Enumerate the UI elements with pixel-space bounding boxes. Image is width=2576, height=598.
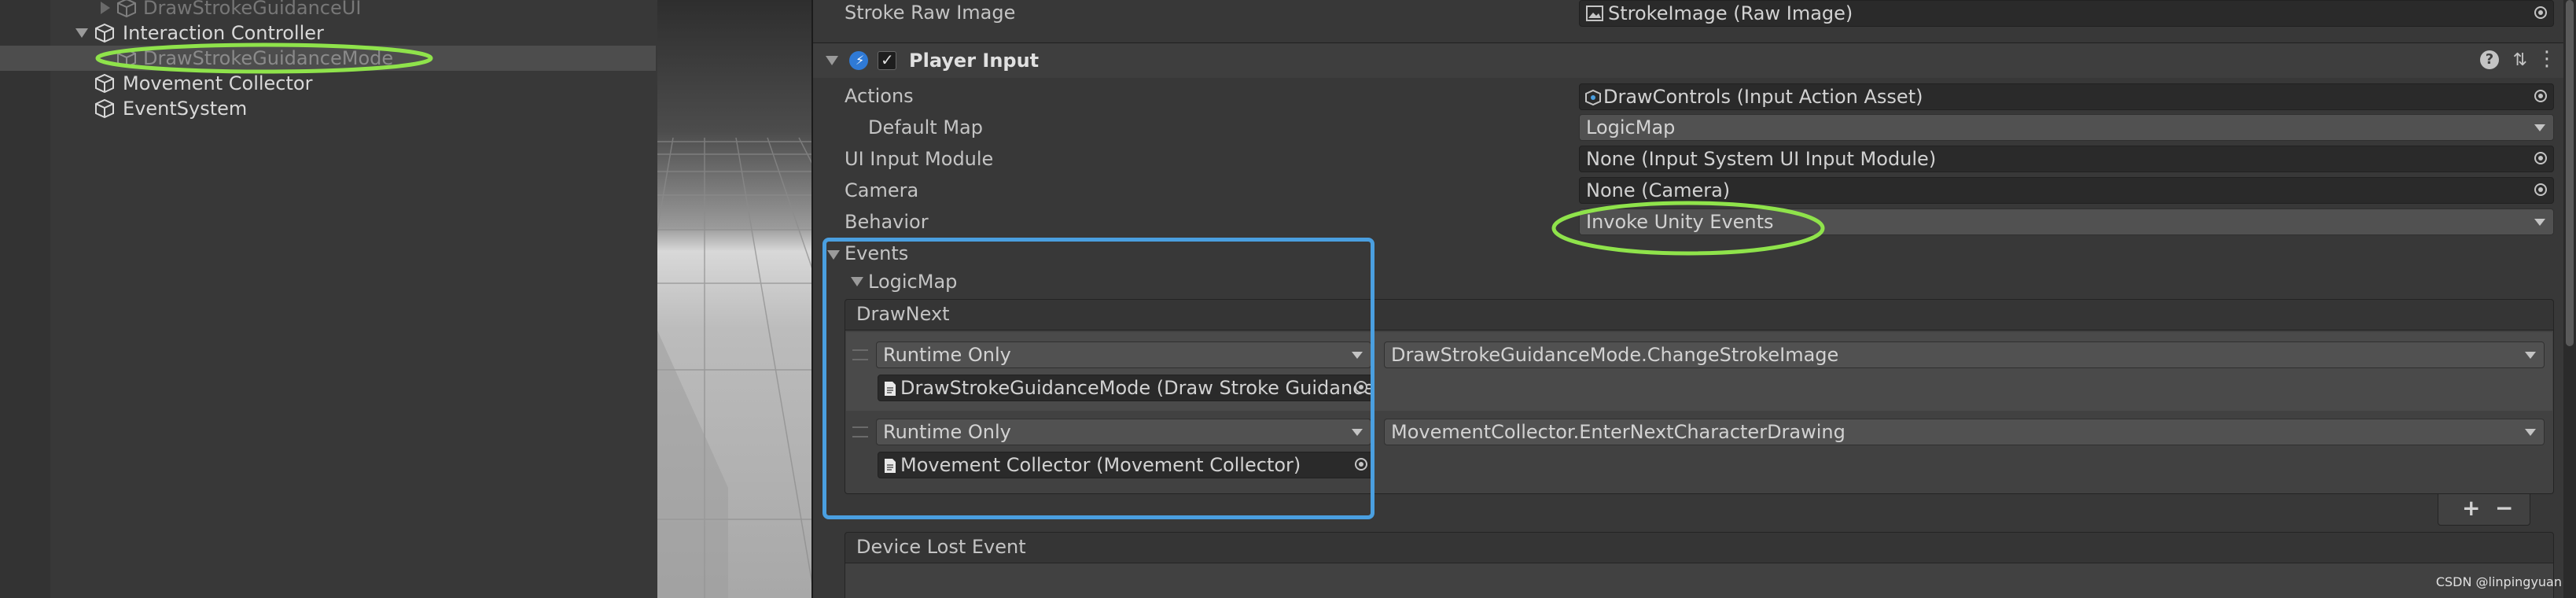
stroke-raw-image-label: Stroke Raw Image <box>845 2 1016 24</box>
help-icon[interactable]: ? <box>2480 50 2499 69</box>
camera-label: Camera <box>845 179 919 201</box>
behavior-label: Behavior <box>845 211 929 233</box>
green-highlight-ellipse <box>1551 201 1825 256</box>
player-input-header[interactable]: ⚡ ✓ Player Input ? ⇅ ⋮ <box>813 42 2576 78</box>
hierarchy-item-label: EventSystem <box>123 98 248 120</box>
hierarchy-gutter <box>0 0 50 598</box>
object-picker-icon[interactable] <box>2534 183 2547 196</box>
hierarchy-item[interactable]: EventSystem <box>50 96 656 121</box>
kebab-menu-icon[interactable]: ⋮ <box>2537 47 2557 71</box>
chevron-down-icon <box>2525 429 2536 436</box>
gameobject-cube-icon <box>95 73 114 94</box>
ui-input-module-value: None (Input System UI Input Module) <box>1586 148 1937 170</box>
gameobject-cube-icon <box>95 98 114 119</box>
input-action-asset-icon <box>1585 89 1601 106</box>
component-foldout-icon[interactable] <box>826 56 838 65</box>
stroke-raw-image-value: StrokeImage (Raw Image) <box>1608 2 1853 24</box>
device-lost-event-title: Device Lost Event <box>856 536 1026 558</box>
chevron-down-icon <box>2534 219 2545 226</box>
list-footer: + − <box>2438 494 2530 526</box>
collapsed-arrow-icon[interactable] <box>101 2 110 14</box>
object-picker-icon[interactable] <box>2534 152 2547 164</box>
device-lost-event-header: Device Lost Event <box>845 532 2554 563</box>
actions-value: DrawControls (Input Action Asset) <box>1603 86 1923 108</box>
blue-highlight-rectangle <box>822 238 1374 519</box>
actions-label: Actions <box>845 85 914 107</box>
function-value: DrawStrokeGuidanceMode.ChangeStrokeImage <box>1391 344 1839 366</box>
ui-input-module-field[interactable]: None (Input System UI Input Module) <box>1579 146 2554 172</box>
function-dropdown[interactable]: DrawStrokeGuidanceMode.ChangeStrokeImage <box>1384 341 2545 368</box>
default-map-dropdown[interactable]: LogicMap <box>1579 114 2554 141</box>
component-title: Player Input <box>909 50 1040 72</box>
object-picker-icon[interactable] <box>2534 6 2547 19</box>
function-value: MovementCollector.EnterNextCharacterDraw… <box>1391 421 1846 443</box>
chevron-down-icon <box>2534 124 2545 131</box>
actions-field[interactable]: DrawControls (Input Action Asset) <box>1579 83 2554 110</box>
hierarchy-item[interactable]: DrawStrokeGuidanceUI <box>50 0 656 20</box>
player-input-component-icon: ⚡ <box>849 51 868 70</box>
chevron-down-icon <box>2525 352 2536 359</box>
stroke-raw-image-field[interactable]: StrokeImage (Raw Image) <box>1579 0 2554 27</box>
function-dropdown[interactable]: MovementCollector.EnterNextCharacterDraw… <box>1384 419 2545 445</box>
inspector-scrollbar[interactable] <box>2563 0 2576 598</box>
scene-view[interactable] <box>657 0 811 598</box>
presets-icon[interactable]: ⇅ <box>2513 49 2527 72</box>
default-map-label: Default Map <box>868 116 983 138</box>
scene-grid <box>657 137 811 598</box>
watermark: CSDN @linpingyuan <box>2435 574 2562 589</box>
raw-image-icon <box>1586 6 1603 21</box>
hierarchy-item-label: DrawStrokeGuidanceUI <box>143 0 362 19</box>
object-picker-icon[interactable] <box>2534 90 2547 102</box>
component-enabled-checkbox[interactable]: ✓ <box>878 50 896 70</box>
gameobject-cube-icon <box>117 0 136 18</box>
hierarchy-panel: DrawStrokeGuidanceUI Interaction Control… <box>0 0 657 598</box>
default-map-value: LogicMap <box>1586 116 1676 138</box>
green-highlight-ellipse <box>95 42 433 74</box>
ui-input-module-label: UI Input Module <box>845 148 994 170</box>
scrollbar-thumb[interactable] <box>2566 0 2574 346</box>
add-listener-button[interactable]: + <box>2462 496 2480 521</box>
remove-listener-button[interactable]: − <box>2495 496 2513 521</box>
expanded-arrow-icon[interactable] <box>75 28 88 38</box>
device-lost-event-list <box>845 563 2554 598</box>
